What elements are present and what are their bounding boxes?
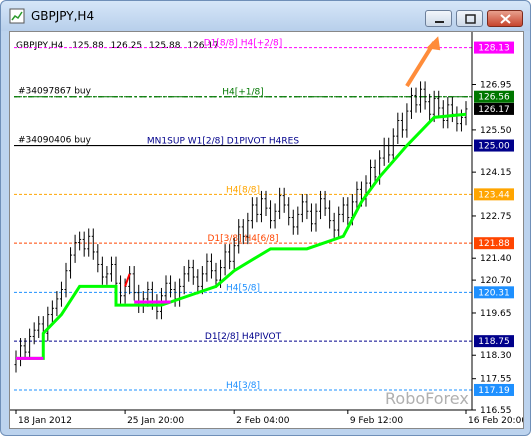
forecast-arrow-head <box>426 36 441 51</box>
time-tick-label: 18 Jan 2012 <box>18 416 72 426</box>
chart-header-text: GBPJPY,H4 125.88 126.25 125.88 126.17 <box>16 41 219 51</box>
chart-window: GBPJPY,H4 GBPJPY,H4 125.88 126.25 125.88… <box>0 0 531 436</box>
trailing-red-segment <box>124 273 131 287</box>
chart-app-icon <box>9 8 25 24</box>
price-tick-label: 116.55 <box>480 406 512 416</box>
price-chart[interactable]: GBPJPY,H4 125.88 126.25 125.88 126.17 D1… <box>9 31 524 429</box>
title-bar[interactable]: GBPJPY,H4 <box>1 1 530 31</box>
price-tag-text: 128.13 <box>478 44 510 54</box>
level-label: D1[8/8] H4[+2/8] <box>204 39 283 49</box>
level-label: H4[3/8] <box>226 381 260 391</box>
order-label: #34097867 buy <box>18 87 92 97</box>
chart-canvas[interactable]: GBPJPY,H4 125.88 126.25 125.88 126.17 D1… <box>10 32 523 428</box>
time-tick-label: 16 Feb 20:00 <box>468 416 523 426</box>
level-label: H4[5/8] <box>226 283 260 293</box>
price-tick-label: 124.15 <box>480 168 512 178</box>
minimize-icon <box>435 21 444 23</box>
price-tag-text: 123.44 <box>478 190 510 200</box>
time-tick-label: 2 Feb 04:00 <box>236 416 290 426</box>
level-label: D1[2/8] H4PIVOT <box>205 332 282 342</box>
close-button[interactable] <box>487 10 523 27</box>
minimize-button[interactable] <box>425 10 452 27</box>
price-tick-label: 119.65 <box>480 309 512 319</box>
price-tick-label: 120.70 <box>480 276 512 286</box>
time-tick-label: 9 Feb 12:00 <box>350 416 404 426</box>
time-tick-label: 25 Jan 20:00 <box>127 416 184 426</box>
price-tag-text: 126.56 <box>478 93 510 103</box>
order-label: #34090406 buy <box>18 136 92 146</box>
price-tag-text: 118.75 <box>478 337 510 347</box>
maximize-button[interactable] <box>456 10 483 27</box>
price-tag-text: 126.17 <box>478 105 510 115</box>
price-tick-label: 125.50 <box>480 126 512 136</box>
close-icon <box>500 14 511 24</box>
forecast-arrow-shaft <box>405 41 436 88</box>
price-tag-text: 121.88 <box>478 239 510 249</box>
price-tick-label: 118.30 <box>480 351 512 361</box>
price-tag-text: 125.00 <box>478 142 510 152</box>
price-tick-label: 122.75 <box>480 212 512 222</box>
watermark-text: RoboForex <box>385 389 469 408</box>
price-tick-label: 126.95 <box>480 81 512 91</box>
price-tick-label: 121.40 <box>480 254 512 264</box>
level-label: H4[8/8] <box>226 185 260 195</box>
price-tag-text: 120.31 <box>478 288 510 298</box>
price-tick-label: 117.55 <box>480 375 512 385</box>
window-title: GBPJPY,H4 <box>31 9 95 23</box>
maximize-icon <box>465 14 476 24</box>
price-tag-text: 117.19 <box>478 386 510 396</box>
